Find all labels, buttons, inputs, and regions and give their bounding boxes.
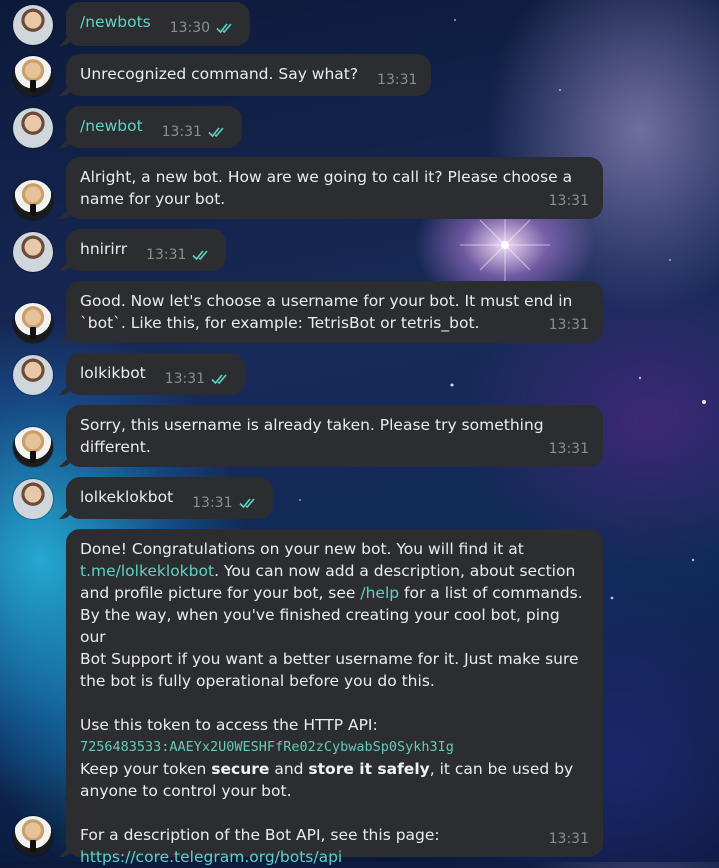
message-line: https://core.telegram.org/bots/api	[80, 846, 589, 868]
user-avatar[interactable]	[13, 355, 53, 395]
docs-link[interactable]: https://core.telegram.org/bots/api	[80, 848, 342, 866]
message-line: Good. Now let's choose a username for yo…	[80, 292, 573, 310]
message-line: anyone to control your bot.	[80, 782, 292, 800]
message-text[interactable]: /newbot	[80, 117, 143, 135]
message-bubble-incoming[interactable]: Unrecognized command. Say what? 13:31	[66, 54, 432, 96]
message-bubble-outgoing[interactable]: /newbot 13:31	[66, 106, 242, 148]
message-line: `bot`. Like this, for example: TetrisBot…	[80, 314, 480, 332]
message-bubble-incoming[interactable]: Good. Now let's choose a username for yo…	[66, 281, 603, 343]
double-check-icon	[208, 126, 228, 138]
message-line: For a description of the Bot API, see th…	[80, 826, 440, 844]
message-meta: 13:31	[549, 190, 589, 212]
message-text: Keep your token	[80, 760, 212, 778]
message-text[interactable]: lolkeklokbot	[80, 488, 173, 506]
message-line: different.	[80, 438, 151, 456]
message-time: 13:31	[146, 247, 187, 263]
message-bubble-outgoing[interactable]: lolkeklokbot 13:31	[66, 477, 273, 519]
message-time: 13:31	[548, 831, 589, 847]
message-text: Unrecognized command. Say what?	[80, 65, 359, 83]
message-bubble-incoming[interactable]: Alright, a new bot. How are we going to …	[66, 157, 603, 219]
message-time: 13:31	[548, 441, 589, 457]
message-text: . You can now add a description, about s…	[214, 562, 576, 580]
message-line: By the way, when you've finished creatin…	[80, 606, 565, 646]
message-line: and profile picture for your bot, see /h…	[80, 582, 589, 604]
message-time: 13:31	[548, 317, 589, 333]
message-meta: 13:31	[192, 492, 258, 514]
message-line: Use this token to access the HTTP API:	[80, 716, 378, 734]
message-time: 13:31	[161, 124, 202, 140]
message-text: , it can be used by	[429, 760, 574, 778]
double-check-icon	[211, 373, 231, 385]
message-text: for a list of commands.	[399, 584, 583, 602]
bot-avatar[interactable]	[13, 303, 53, 343]
api-token[interactable]: 7256483533:AAEYx2U0WESHFfRe02zCybwabSp0S…	[80, 736, 589, 758]
message-text: and	[269, 760, 309, 778]
message-bubble-outgoing[interactable]: /newbots 13:30	[66, 2, 251, 46]
user-avatar[interactable]	[13, 232, 53, 272]
message-time: 13:31	[164, 371, 206, 387]
message-line: Done! Congratulations on your new bot. Y…	[80, 540, 524, 558]
message-bubble-outgoing[interactable]: lolkikbot 13:31	[66, 353, 246, 395]
message-line: Alright, a new bot. How are we going to …	[80, 168, 573, 186]
user-avatar[interactable]	[13, 108, 53, 148]
message-text[interactable]: lolkikbot	[80, 364, 146, 382]
message-line: Bot Support if you want a better usernam…	[80, 650, 579, 668]
message-meta: 13:31	[549, 314, 589, 336]
message-text[interactable]: /newbots	[80, 13, 151, 31]
message-time: 13:31	[548, 193, 589, 209]
message-meta: 13:31	[377, 69, 417, 91]
message-line: name for your bot.	[80, 190, 226, 208]
message-bubble-incoming[interactable]: Sorry, this username is already taken. P…	[66, 405, 603, 467]
message-line: the bot is fully operational before you …	[80, 672, 435, 690]
message-meta: 13:31	[165, 368, 231, 390]
message-line: Keep your token secure and store it safe…	[80, 758, 589, 780]
bot-avatar[interactable]	[13, 427, 53, 467]
double-check-icon	[192, 249, 212, 261]
bold-text: secure	[211, 760, 270, 778]
bold-text: store it safely	[308, 760, 430, 778]
message-meta: 13:31	[162, 121, 228, 143]
bot-avatar[interactable]	[13, 56, 53, 96]
message-meta: 13:30	[170, 17, 236, 39]
message-text[interactable]: hnirirr	[80, 240, 127, 258]
bot-avatar[interactable]	[13, 816, 53, 856]
message-bubble-outgoing[interactable]: hnirirr 13:31	[66, 229, 227, 271]
message-time: 13:31	[377, 72, 418, 88]
message-time: 13:30	[169, 20, 211, 36]
message-time: 13:31	[192, 495, 233, 511]
message-line: t.me/lolkeklokbot. You can now add a des…	[80, 560, 589, 582]
bot-link[interactable]: t.me/lolkeklokbot	[80, 562, 214, 580]
message-meta: 13:31	[549, 438, 589, 460]
help-command-link[interactable]: /help	[360, 584, 399, 602]
message-meta: 13:31	[549, 828, 589, 850]
message-line: Sorry, this username is already taken. P…	[80, 416, 544, 434]
message-bubble-incoming[interactable]: Done! Congratulations on your new bot. Y…	[66, 529, 603, 866]
double-check-icon	[238, 497, 259, 509]
bot-avatar[interactable]	[13, 180, 53, 220]
message-text: and profile picture for your bot, see	[80, 584, 361, 602]
message-meta: 13:31	[146, 244, 212, 266]
user-avatar[interactable]	[13, 479, 53, 519]
user-avatar[interactable]	[13, 5, 53, 45]
double-check-icon	[216, 22, 236, 34]
